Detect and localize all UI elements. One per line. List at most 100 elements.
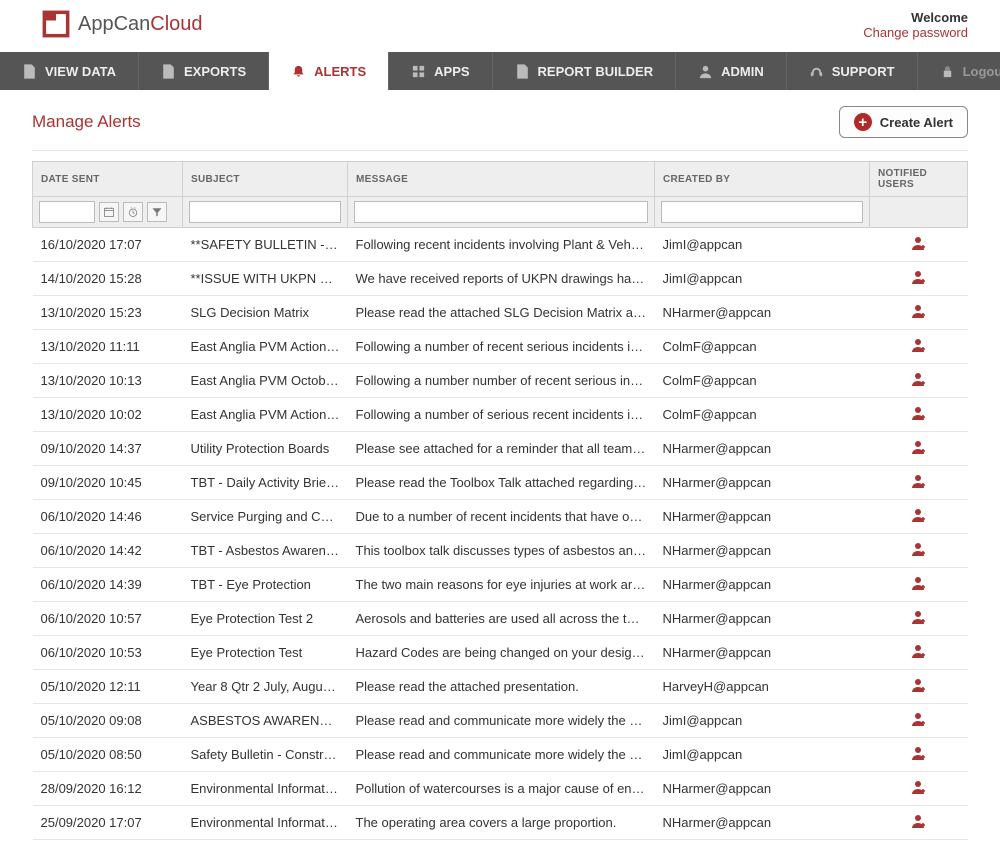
table-row[interactable]: 06/10/2020 14:39TBT - Eye ProtectionThe … [33, 568, 968, 602]
col-created-by[interactable]: CREATED BY [655, 162, 870, 197]
cell-created-by: JimI@appcan [655, 228, 870, 262]
notified-users-icon[interactable] [911, 409, 927, 424]
notified-users-icon[interactable] [911, 239, 927, 254]
cell-subject: Environmental Information… [183, 806, 348, 840]
cell-subject: East Anglia PVM October … [183, 364, 348, 398]
notified-users-icon[interactable] [911, 477, 927, 492]
cell-subject: East Anglia PVM Action Pl… [183, 398, 348, 432]
col-date-sent[interactable]: DATE SENT [33, 162, 183, 197]
table-row[interactable]: 13/10/2020 10:02East Anglia PVM Action P… [33, 398, 968, 432]
change-password-link[interactable]: Change password [863, 25, 968, 40]
cell-created-by: ColmF@appcan [655, 330, 870, 364]
notified-users-icon[interactable] [911, 341, 927, 356]
table-row[interactable]: 05/10/2020 12:11Year 8 Qtr 2 July, Augus… [33, 670, 968, 704]
cell-created-by: NHarmer@appcan [655, 466, 870, 500]
cell-date: 13/10/2020 15:23 [33, 296, 183, 330]
cell-message: Following recent incidents involving Pla… [348, 228, 655, 262]
table-row[interactable]: 05/10/2020 09:08ASBESTOS AWARENES…Please… [33, 704, 968, 738]
cell-date: 05/10/2020 12:11 [33, 670, 183, 704]
cell-subject: Eye Protection Test 2 [183, 602, 348, 636]
create-alert-button[interactable]: + Create Alert [839, 106, 968, 138]
notified-users-icon[interactable] [911, 783, 927, 798]
notified-users-icon[interactable] [911, 545, 927, 560]
filter-createdby-input[interactable] [661, 201, 863, 223]
table-row[interactable]: 14/10/2020 15:28**ISSUE WITH UKPN EL…We … [33, 262, 968, 296]
cell-date: 06/10/2020 10:57 [33, 602, 183, 636]
nav-support[interactable]: SUPPORT [787, 52, 918, 90]
cell-message: Pollution of watercourses is a major cau… [348, 772, 655, 806]
cell-subject: SLG Decision Matrix [183, 296, 348, 330]
cell-created-by: NHarmer@appcan [655, 772, 870, 806]
cell-created-by: NHarmer@appcan [655, 636, 870, 670]
cell-message: Following a number number of recent seri… [348, 364, 655, 398]
cell-message: This toolbox talk discusses types of asb… [348, 534, 655, 568]
cell-subject: Utility Protection Boards [183, 432, 348, 466]
cell-created-by: NHarmer@appcan [655, 500, 870, 534]
notified-users-icon[interactable] [911, 681, 927, 696]
notified-users-icon[interactable] [911, 817, 927, 832]
table-row[interactable]: 13/10/2020 11:11East Anglia PVM Action P… [33, 330, 968, 364]
calendar-icon[interactable] [99, 202, 119, 222]
notified-users-icon[interactable] [911, 375, 927, 390]
table-row[interactable]: 28/09/2020 16:12Environmental Informatio… [33, 772, 968, 806]
header: AppCanCloud Welcome Change password [0, 0, 1000, 52]
grid-icon [411, 64, 426, 79]
table-row[interactable]: 16/10/2020 17:07**SAFETY BULLETIN - P…Fo… [33, 228, 968, 262]
notified-users-icon[interactable] [911, 613, 927, 628]
notified-users-icon[interactable] [911, 307, 927, 322]
nav-admin[interactable]: ADMIN [676, 52, 787, 90]
nav-alerts[interactable]: ALERTS [269, 52, 389, 90]
cell-message: Please see attached for a reminder that … [348, 432, 655, 466]
table-row[interactable]: 05/10/2020 08:50Safety Bulletin - Constr… [33, 738, 968, 772]
nav-exports[interactable]: EXPORTS [139, 52, 269, 90]
notified-users-icon[interactable] [911, 443, 927, 458]
notified-users-icon[interactable] [911, 647, 927, 662]
notified-users-icon[interactable] [911, 273, 927, 288]
clock-icon[interactable] [123, 202, 143, 222]
col-notified-users[interactable]: NOTIFIED USERS [870, 162, 968, 197]
cell-message: We have received reports of UKPN drawing… [348, 262, 655, 296]
cell-date: 25/09/2020 17:07 [33, 806, 183, 840]
table-row[interactable]: 06/10/2020 10:57Eye Protection Test 2Aer… [33, 602, 968, 636]
table-row[interactable]: 13/10/2020 15:23SLG Decision MatrixPleas… [33, 296, 968, 330]
cell-subject: Environmental Information… [183, 772, 348, 806]
brand-logo[interactable]: AppCanCloud [42, 10, 203, 38]
cell-date: 06/10/2020 14:46 [33, 500, 183, 534]
plus-icon: + [854, 113, 872, 131]
nav-apps[interactable]: APPS [389, 52, 492, 90]
cell-date: 09/10/2020 14:37 [33, 432, 183, 466]
notified-users-icon[interactable] [911, 715, 927, 730]
filter-subject-input[interactable] [189, 201, 341, 223]
table-row[interactable]: 06/10/2020 14:46Service Purging and Com…… [33, 500, 968, 534]
cell-date: 14/10/2020 15:28 [33, 262, 183, 296]
table-row[interactable]: 25/09/2020 17:07Environmental Informatio… [33, 806, 968, 840]
cell-created-by: HarveyH@appcan [655, 670, 870, 704]
table-row[interactable]: 13/10/2020 10:13East Anglia PVM October … [33, 364, 968, 398]
table-row[interactable]: 09/10/2020 14:37Utility Protection Board… [33, 432, 968, 466]
button-label: Create Alert [880, 115, 953, 130]
notified-users-icon[interactable] [911, 511, 927, 526]
filter-icon[interactable] [147, 202, 167, 222]
nav-logout[interactable]: Logout [918, 52, 1000, 90]
table-row[interactable]: 06/10/2020 14:42TBT - Asbestos Awareness… [33, 534, 968, 568]
report-icon [515, 64, 530, 79]
notified-users-icon[interactable] [911, 749, 927, 764]
table-row[interactable]: 09/10/2020 10:45TBT - Daily Activity Bri… [33, 466, 968, 500]
nav-view-data[interactable]: VIEW DATA [0, 52, 139, 90]
cell-created-by: JimI@appcan [655, 262, 870, 296]
cell-message: Due to a number of recent incidents that… [348, 500, 655, 534]
nav-report-builder[interactable]: REPORT BUILDER [493, 52, 677, 90]
user-icon [698, 64, 713, 79]
table-row[interactable]: 06/10/2020 10:53Eye Protection TestHazar… [33, 636, 968, 670]
filter-date-input[interactable] [39, 201, 95, 223]
headset-icon [809, 64, 824, 79]
col-message[interactable]: MESSAGE [348, 162, 655, 197]
document-icon [22, 64, 37, 79]
alerts-table: DATE SENT SUBJECT MESSAGE CREATED BY NOT… [32, 161, 968, 840]
col-subject[interactable]: SUBJECT [183, 162, 348, 197]
notified-users-icon[interactable] [911, 579, 927, 594]
cell-created-by: JimI@appcan [655, 704, 870, 738]
cell-subject: ASBESTOS AWARENES… [183, 704, 348, 738]
export-icon [161, 64, 176, 79]
filter-message-input[interactable] [354, 201, 648, 223]
